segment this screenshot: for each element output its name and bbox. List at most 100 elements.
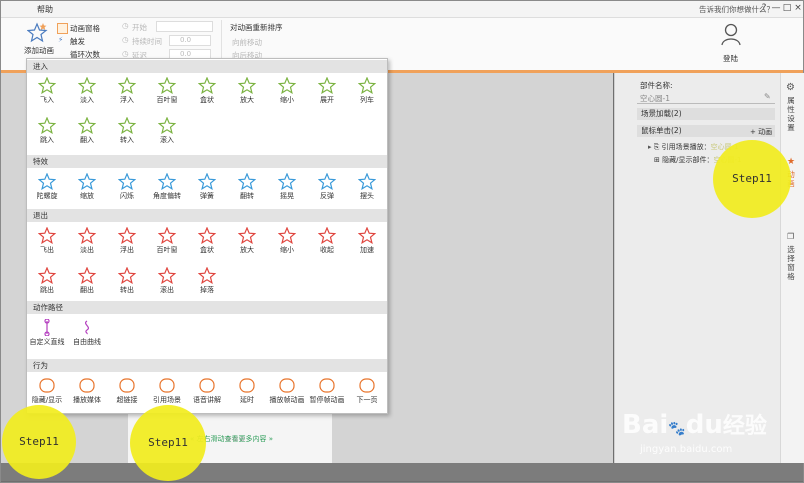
duration-input[interactable]: 0.0: [169, 35, 211, 46]
animation-option[interactable]: 引用场景: [147, 374, 187, 408]
star-animation-icon: [38, 117, 56, 134]
behavior-icon: [319, 378, 335, 393]
animation-option[interactable]: 滚入: [147, 114, 187, 148]
animation-option[interactable]: 闪烁: [107, 170, 147, 204]
animation-option[interactable]: 加速: [347, 224, 387, 258]
animation-option[interactable]: 飞入: [27, 74, 67, 108]
star-animation-icon: [118, 117, 136, 134]
star-animation-icon: [358, 227, 376, 244]
paw-icon: 🐾: [668, 421, 686, 437]
animation-option[interactable]: 盒状: [187, 224, 227, 258]
animation-option[interactable]: 自由曲线: [67, 316, 107, 350]
animation-option[interactable]: 转出: [107, 264, 147, 298]
duration-label: 持续时间: [132, 37, 162, 46]
animation-option[interactable]: 跳出: [27, 264, 67, 298]
animation-option-label: 淡出: [80, 246, 94, 254]
animation-option[interactable]: 放大: [227, 74, 267, 108]
star-animation-icon: [238, 173, 256, 190]
animation-option[interactable]: 百叶窗: [147, 74, 187, 108]
animation-option-label: 自由曲线: [73, 338, 101, 346]
expand-icon[interactable]: ▸: [648, 143, 652, 151]
gallery-section-header: 进入: [27, 60, 387, 73]
part-name-label: 部件名称:: [640, 81, 673, 90]
animation-option[interactable]: 跳入: [27, 114, 67, 148]
animation-option[interactable]: 放大: [227, 224, 267, 258]
animation-option[interactable]: 缩小: [267, 224, 307, 258]
animation-option[interactable]: 列车: [347, 74, 387, 108]
selection-pane-tab[interactable]: 选择窗格: [786, 245, 796, 281]
animation-option[interactable]: 翻入: [67, 114, 107, 148]
help-icon[interactable]: ?: [759, 3, 769, 14]
animation-option[interactable]: 百叶窗: [147, 224, 187, 258]
step-label-left: Step11: [19, 435, 59, 448]
animation-option[interactable]: 角度偏转: [147, 170, 187, 204]
user-icon[interactable]: [720, 22, 742, 48]
start-label: 开始: [132, 23, 147, 32]
animation-option-label: 加速: [360, 246, 374, 254]
animation-option[interactable]: 飞出: [27, 224, 67, 258]
animation-option[interactable]: 语音讲解: [187, 374, 227, 408]
properties-tab[interactable]: 属性设置: [786, 96, 796, 132]
animation-option[interactable]: 盒状: [187, 74, 227, 108]
animation-option[interactable]: 暂停帧动画: [307, 374, 347, 408]
animation-option-label: 掉落: [200, 286, 214, 294]
animation-option[interactable]: 淡出: [67, 224, 107, 258]
animation-option[interactable]: 自定义直线: [27, 316, 67, 350]
add-animation-button[interactable]: [26, 22, 49, 46]
star-animation-icon: [78, 117, 96, 134]
animation-option[interactable]: 转入: [107, 114, 147, 148]
close-icon[interactable]: ×: [793, 3, 803, 14]
star-animation-icon: [118, 227, 136, 244]
star-animation-icon: [358, 173, 376, 190]
animation-option[interactable]: 缩放: [67, 170, 107, 204]
animation-option-label: 自定义直线: [29, 338, 65, 346]
scene-load-group[interactable]: 场景加载(2): [637, 108, 775, 120]
move-earlier-button[interactable]: 向前移动: [232, 37, 262, 48]
animation-option-label: 超链接: [116, 396, 138, 404]
animation-option[interactable]: 缩小: [267, 74, 307, 108]
animation-option[interactable]: 播放帧动画: [267, 374, 307, 408]
gear-icon[interactable]: ⚙: [786, 82, 795, 93]
animation-option[interactable]: 播放媒体: [67, 374, 107, 408]
add-animation-link[interactable]: + 动画: [750, 127, 772, 137]
animation-option-label: 转出: [120, 286, 134, 294]
animation-option[interactable]: 弹簧: [187, 170, 227, 204]
animation-option[interactable]: 滚出: [147, 264, 187, 298]
star-animation-icon: [78, 173, 96, 190]
animation-option[interactable]: 反弹: [307, 170, 347, 204]
start-icon: ◷: [122, 21, 129, 30]
edit-icon[interactable]: ✎: [764, 92, 771, 101]
animation-option[interactable]: 翻出: [67, 264, 107, 298]
animation-option[interactable]: 浮出: [107, 224, 147, 258]
animation-option[interactable]: 翻转: [227, 170, 267, 204]
animation-option[interactable]: 摆头: [347, 170, 387, 204]
maximize-icon[interactable]: □: [782, 3, 792, 14]
scene-icon: ⎘: [653, 143, 660, 151]
animation-option[interactable]: 隐藏/显示: [27, 374, 67, 408]
animation-option[interactable]: 浮入: [107, 74, 147, 108]
animation-option-label: 缩放: [80, 192, 94, 200]
star-animation-icon: [118, 77, 136, 94]
watermark-du: du: [685, 410, 723, 440]
minimize-icon[interactable]: —: [771, 3, 781, 14]
animation-option[interactable]: 收起: [307, 224, 347, 258]
animation-option[interactable]: 摇晃: [267, 170, 307, 204]
layers-icon[interactable]: ❐: [787, 232, 794, 241]
trigger-button[interactable]: 触发: [70, 36, 85, 47]
animation-option[interactable]: 陀螺旋: [27, 170, 67, 204]
watermark-url: jingyan.baidu.com: [640, 444, 733, 455]
animation-option-label: 浮入: [120, 96, 134, 104]
animation-option[interactable]: 淡入: [67, 74, 107, 108]
behavior-icon: [159, 378, 175, 393]
help-tab[interactable]: 帮助: [37, 4, 53, 15]
animation-option[interactable]: 超链接: [107, 374, 147, 408]
animation-option[interactable]: 延时: [227, 374, 267, 408]
animation-option[interactable]: 展开: [307, 74, 347, 108]
login-button[interactable]: 登陆: [723, 53, 738, 64]
gallery-section-header: 特效: [27, 155, 387, 168]
start-select[interactable]: [156, 21, 213, 32]
animation-option-label: 盒状: [200, 96, 214, 104]
animation-option[interactable]: 下一页: [347, 374, 387, 408]
animation-option[interactable]: 掉落: [187, 264, 227, 298]
animation-pane-button[interactable]: 动画窗格: [70, 23, 100, 34]
